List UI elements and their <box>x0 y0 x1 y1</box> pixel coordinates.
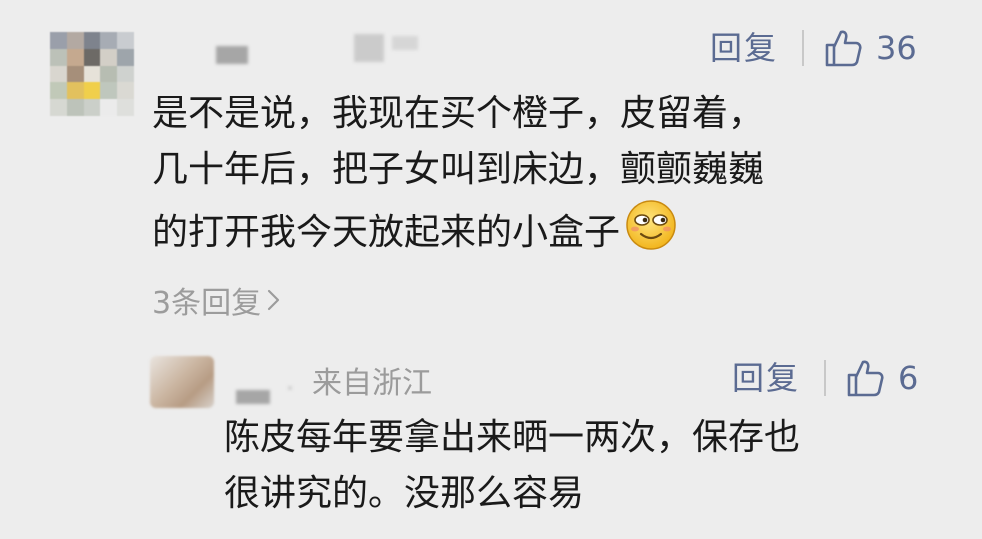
username-blurred[interactable] <box>236 390 270 404</box>
reply-actions: 回复 6 <box>732 358 918 398</box>
username-dot <box>288 386 292 390</box>
avatar[interactable] <box>50 32 134 116</box>
username-blurred-3[interactable] <box>392 36 418 50</box>
comment-line-text: 的打开我今天放起来的小盒子 <box>152 212 621 253</box>
reply-line: 陈皮每年要拿出来晒一两次，保存也 <box>224 417 801 458</box>
action-divider <box>802 30 805 66</box>
comment-body: 是不是说，我现在买个橙子，皮留着， 几十年后，把子女叫到床边，颤颤巍巍 的打开我… <box>152 86 952 261</box>
thumbs-up-icon[interactable] <box>824 28 862 68</box>
reply-button[interactable]: 回复 <box>710 32 778 64</box>
like-count: 6 <box>898 359 919 397</box>
comment-line: 是不是说，我现在买个橙子，皮留着， <box>152 93 765 134</box>
like-count: 36 <box>876 29 917 67</box>
reply-body: 陈皮每年要拿出来晒一两次，保存也 很讲究的。没那么容易 <box>224 410 964 522</box>
reply-count-label: 3条回复 <box>152 286 262 321</box>
comment-actions: 回复 36 <box>710 28 917 68</box>
chevron-right-icon <box>267 289 280 311</box>
location-text: 来自浙江 <box>312 366 432 401</box>
reply-item: 来自浙江 回复 6 陈皮每年要拿出来晒一两次，保存也 很讲究的。没那么容易 <box>0 340 982 539</box>
action-divider <box>824 360 827 396</box>
smiling-face-emoji <box>626 200 676 250</box>
comment-item: 回复 36 是不是说，我现在买个橙子，皮留着， 几十年后，把子女叫到床边，颤颤巍… <box>0 0 982 340</box>
username-blurred[interactable] <box>216 46 248 64</box>
username-blurred-2[interactable] <box>354 34 384 62</box>
reply-button[interactable]: 回复 <box>732 362 800 394</box>
location-label: 来自浙江 <box>312 358 432 402</box>
comment-line: 几十年后，把子女叫到床边，颤颤巍巍 <box>152 149 765 190</box>
view-replies-link[interactable]: 3条回复 <box>152 278 281 322</box>
reply-line: 很讲究的。没那么容易 <box>224 473 585 514</box>
thumbs-up-icon[interactable] <box>846 358 884 398</box>
avatar[interactable] <box>150 356 214 408</box>
comment-line-last: 的打开我今天放起来的小盒子 <box>152 198 952 261</box>
